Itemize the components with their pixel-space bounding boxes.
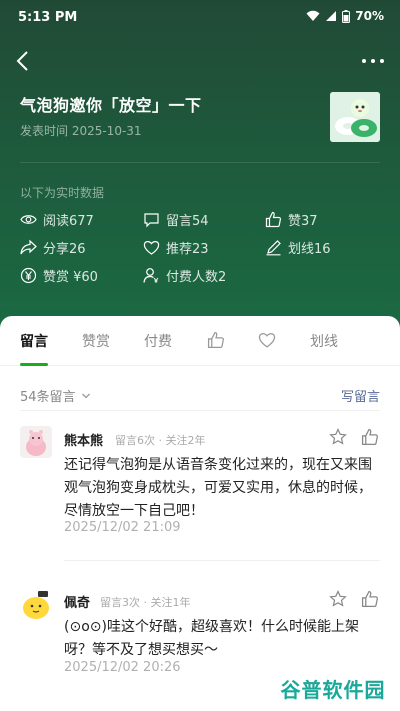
stat-payers-value: 付费人数2: [166, 270, 227, 285]
stat-tips: 赞赏 ¥60: [20, 266, 98, 285]
wifi-icon: [306, 10, 320, 21]
stat-shares-value: 分享26: [43, 242, 86, 257]
comment-count: 54条留言: [20, 390, 76, 405]
comment-date: 2025/12/02 21:09: [64, 520, 181, 535]
realtime-label: 以下为实时数据: [20, 186, 105, 200]
comment-divider: [64, 560, 380, 561]
commenter-name[interactable]: 佩奇: [64, 592, 90, 611]
comment-text: 还记得气泡狗是从语音条变化过来的，现在又来围观气泡狗变身成枕头，可爱又实用，休息…: [64, 457, 372, 519]
comments-sheet: 留言 赞赏 付费 划线 54条留言 写留言 熊本熊 留言6次 · 关注2年 还记…: [0, 316, 400, 711]
avatar[interactable]: [20, 588, 52, 620]
avatar[interactable]: [20, 426, 52, 458]
tab-comments[interactable]: 留言: [20, 331, 48, 351]
article-thumbnail[interactable]: [330, 92, 380, 142]
stat-likes-value: 赞37: [288, 214, 318, 229]
stat-reads-value: 阅读677: [43, 214, 94, 229]
eye-icon: [20, 215, 37, 224]
stat-comments-value: 留言54: [166, 214, 209, 229]
comment-date: 2025/12/02 20:26: [64, 660, 181, 675]
heart-icon: [143, 241, 160, 255]
comment-count-filter[interactable]: 54条留言: [20, 386, 92, 405]
like-comment-icon[interactable]: [361, 590, 379, 608]
stat-highlights: 划线16: [265, 238, 331, 257]
signal-icon: [326, 11, 337, 21]
status-time: 5:13 PM: [18, 10, 78, 25]
battery-icon: [342, 9, 351, 23]
pin-star-icon[interactable]: [329, 590, 347, 608]
stat-recommends: 推荐23: [143, 238, 209, 257]
watermark-logo: 谷普软件园: [280, 677, 386, 702]
publish-time: 发表时间 2025-10-31: [20, 124, 142, 138]
stat-payers: 付费人数2: [143, 266, 226, 285]
battery-level: 70%: [355, 9, 384, 23]
article-stats-header: 5:13 PM 70% 气泡狗邀你「放空」一下 发表时间 2025-10-31 …: [0, 0, 400, 340]
commenter-meta: 留言6次 · 关注2年: [115, 434, 206, 447]
thumbs-up-icon: [265, 211, 282, 228]
write-comment-link[interactable]: 写留言: [341, 386, 380, 405]
stat-shares: 分享26: [20, 238, 86, 257]
commenter-name[interactable]: 熊本熊: [64, 430, 103, 449]
tab-bar: 留言 赞赏 付费 划线: [0, 316, 400, 366]
article-title[interactable]: 气泡狗邀你「放空」一下: [20, 92, 202, 116]
stat-likes: 赞37: [265, 210, 318, 229]
active-tab-indicator: [20, 363, 48, 366]
status-bar: 5:13 PM 70%: [0, 0, 400, 36]
stat-highlights-value: 划线16: [288, 242, 331, 257]
tab-tips[interactable]: 赞赏: [82, 331, 110, 351]
paid-user-icon: [143, 268, 159, 283]
pen-icon: [266, 240, 281, 256]
comment-icon: [144, 213, 159, 228]
stat-tips-value: 赞赏 ¥60: [43, 270, 98, 285]
toolbar-divider: [20, 410, 380, 411]
comment-text: (⊙o⊙)哇这个好酷，超级喜欢！什么时候能上架呀？等不及了想买想买～: [64, 619, 359, 658]
header-divider: [20, 162, 380, 163]
stat-comments: 留言54: [143, 210, 209, 229]
like-comment-icon[interactable]: [361, 428, 379, 446]
tab-highlights[interactable]: 划线: [310, 331, 338, 351]
chevron-down-icon: [81, 393, 90, 398]
pin-star-icon[interactable]: [329, 428, 347, 446]
tab-recommend-heart-icon[interactable]: [258, 331, 276, 349]
status-icons: 70%: [306, 9, 384, 23]
commenter-meta: 留言3次 · 关注1年: [100, 596, 191, 609]
tab-paid[interactable]: 付费: [144, 331, 172, 351]
more-options-icon[interactable]: [360, 50, 386, 72]
comments-toolbar: 54条留言 写留言: [0, 382, 400, 408]
stat-reads: 阅读677: [20, 210, 94, 229]
stat-recommends-value: 推荐23: [166, 242, 209, 257]
share-icon: [20, 239, 37, 255]
yuan-coin-icon: [20, 267, 37, 284]
tab-likes-thumbs-up-icon[interactable]: [207, 331, 225, 349]
back-arrow-icon[interactable]: [12, 48, 36, 74]
